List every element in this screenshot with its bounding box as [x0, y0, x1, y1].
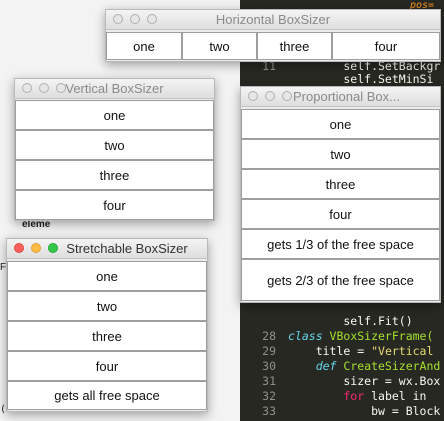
stretchable-boxsizer-window[interactable]: Stretchable BoxSizer one two three four …: [6, 238, 208, 412]
code-line: 28 class VBoxSizerFrame(: [242, 329, 444, 343]
button-four[interactable]: four: [332, 32, 440, 60]
window-title: Horizontal BoxSizer: [215, 12, 331, 27]
button-two[interactable]: two: [7, 291, 207, 321]
button-four[interactable]: four: [7, 351, 207, 381]
code-token: self.SetMinSi: [288, 72, 434, 86]
zoom-icon[interactable]: [282, 91, 292, 101]
code-line: 32 for label in: [242, 389, 444, 403]
line-number: 30: [262, 359, 276, 373]
button-two[interactable]: two: [15, 130, 214, 160]
button-one[interactable]: one: [106, 32, 182, 60]
code-token: VBoxSizerFrame(: [329, 329, 434, 343]
code-line: 31 sizer = wx.Box: [242, 374, 444, 388]
code-token: sizer = wx.Box: [288, 374, 441, 388]
button-two[interactable]: two: [241, 139, 440, 169]
window-titlebar[interactable]: Proportional Box...: [241, 87, 440, 107]
code-line: self.SetMinSi: [242, 72, 444, 86]
button-one-third-free-space[interactable]: gets 1/3 of the free space: [241, 229, 440, 259]
line-number: 29: [262, 344, 276, 358]
button-three[interactable]: three: [15, 160, 214, 190]
line-number: 32: [262, 389, 276, 403]
window-titlebar[interactable]: Vertical BoxSizer: [15, 79, 214, 99]
horizontal-boxsizer-window[interactable]: Horizontal BoxSizer one two three four: [105, 9, 441, 62]
button-three[interactable]: three: [241, 169, 440, 199]
button-two-thirds-free-space[interactable]: gets 2/3 of the free space: [241, 259, 440, 301]
close-icon[interactable]: [14, 243, 24, 253]
button-one[interactable]: one: [15, 100, 214, 130]
line-number: 28: [262, 329, 276, 343]
line-number: 31: [262, 374, 276, 388]
button-four[interactable]: four: [241, 199, 440, 229]
button-three[interactable]: three: [7, 321, 207, 351]
line-number: 33: [262, 404, 276, 418]
code-line: self.Fit(): [242, 314, 444, 328]
button-one[interactable]: one: [7, 261, 207, 291]
code-token: CreateSizerAnd: [343, 359, 441, 373]
button-two[interactable]: two: [182, 32, 257, 60]
button-three[interactable]: three: [257, 32, 332, 60]
close-icon[interactable]: [248, 91, 258, 101]
code-token: def: [288, 359, 344, 373]
code-token: "Vertical: [371, 344, 434, 358]
code-token: for: [288, 389, 372, 403]
code-token: label in: [371, 389, 434, 403]
code-line: 30 def CreateSizerAnd: [242, 359, 444, 373]
code-line: 29 title = "Vertical: [242, 344, 444, 358]
code-token: class: [288, 329, 330, 343]
window-titlebar[interactable]: Stretchable BoxSizer: [7, 239, 207, 259]
window-titlebar[interactable]: Horizontal BoxSizer: [106, 10, 440, 30]
button-all-free-space[interactable]: gets all free space: [7, 381, 207, 410]
button-four[interactable]: four: [15, 190, 214, 220]
window-title: Proportional Box...: [293, 89, 400, 104]
vertical-boxsizer-window[interactable]: Vertical BoxSizer one two three four: [14, 78, 215, 221]
minimize-icon[interactable]: [265, 91, 275, 101]
code-line: 33 bw = Block: [242, 404, 444, 418]
minimize-icon[interactable]: [31, 243, 41, 253]
code-token: bw = Block: [288, 404, 441, 418]
code-token: self.Fit(): [288, 314, 413, 328]
button-one[interactable]: one: [241, 109, 440, 139]
code-token: title =: [288, 344, 372, 358]
window-title: Vertical BoxSizer: [65, 81, 164, 96]
window-title: Stretchable BoxSizer: [66, 241, 188, 256]
proportional-boxsizer-window[interactable]: Proportional Box... one two three four g…: [240, 86, 441, 303]
